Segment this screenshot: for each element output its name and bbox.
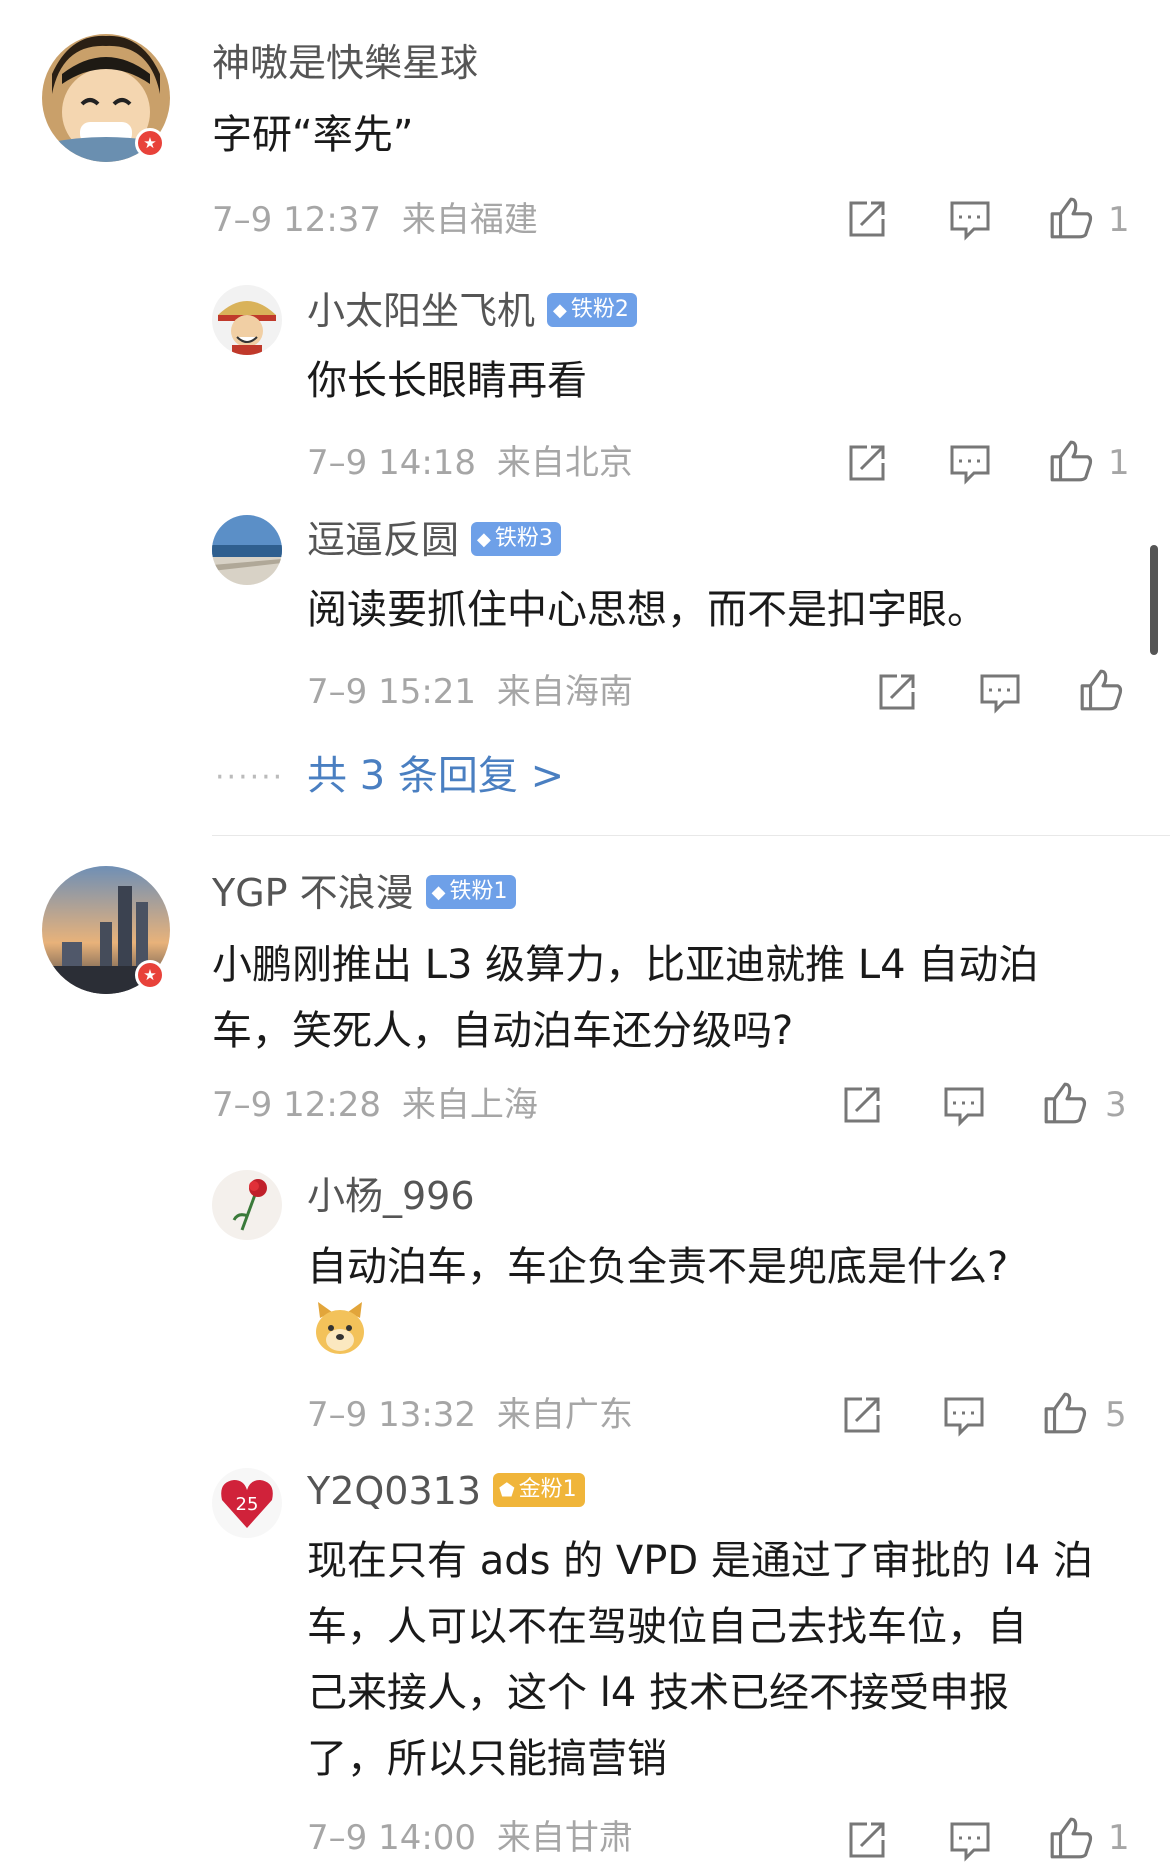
reply-location: 来自甘肃: [496, 1818, 633, 1858]
reply-time: 7–9 14:18: [307, 443, 477, 483]
reply-text-line: 车，人可以不在驾驶位自己去找车位，自: [307, 1604, 1027, 1650]
reply-time: 7–9 15:21: [307, 672, 477, 712]
reply-text: 你长长眼睛再看: [307, 348, 587, 414]
reply-text: 车，人可以不在驾驶位自己去找车位，自: [307, 1594, 1027, 1660]
share-icon[interactable]: [840, 1083, 884, 1127]
reply-text: 阅读要抓住中心思想，而不是扣字眼。: [307, 577, 987, 643]
comment-username[interactable]: YGP 不浪漫 ◆ 铁粉1: [212, 870, 516, 916]
fan-badge-label: 金粉1: [518, 1476, 577, 1502]
comment-text: 小鹏刚推出 L3 级算力，比亚迪就推 L4 自动泊: [212, 932, 1038, 998]
share-icon[interactable]: [845, 1818, 889, 1862]
fan-badge[interactable]: ◆ 铁粉2: [547, 292, 637, 327]
thumbs-up-icon[interactable]: [1078, 667, 1124, 713]
reply-location: 来自广东: [496, 1395, 633, 1435]
comment-icon[interactable]: [948, 197, 992, 241]
thumbs-up-icon[interactable]: [1042, 1080, 1088, 1126]
doge-emoji: [312, 1300, 368, 1358]
like-count: 5: [1105, 1395, 1127, 1435]
comment-location: 来自上海: [401, 1085, 538, 1125]
like-count: 3: [1105, 1085, 1127, 1125]
reply-username[interactable]: 小太阳坐飞机 ◆ 铁粉2: [307, 288, 637, 334]
avatar[interactable]: [212, 285, 282, 355]
username-text[interactable]: 小太阳坐飞机: [307, 289, 535, 333]
comment-icon[interactable]: [948, 441, 992, 485]
diamond-icon: ◆: [553, 299, 567, 321]
comment-icon[interactable]: [978, 670, 1022, 714]
reply-time: 7–9 13:32: [307, 1395, 477, 1435]
diamond-icon: ◆: [477, 528, 491, 550]
gold-gem-icon: ⬟: [499, 1479, 515, 1501]
like-count: 1: [1108, 1818, 1130, 1858]
reply-text: 己来接人，这个 l4 技术已经不接受申报: [307, 1660, 1009, 1726]
like-count: 1: [1108, 200, 1130, 240]
like-count: 1: [1108, 443, 1130, 483]
verified-star-icon: ★: [135, 960, 165, 990]
reply-username[interactable]: 逗逼反圆 ◆ 铁粉3: [307, 517, 561, 563]
reply-time: 7–9 14:00: [307, 1818, 477, 1858]
share-icon[interactable]: [840, 1393, 884, 1437]
fan-badge-label: 铁粉2: [570, 296, 629, 322]
reply-text: 自动泊车，车企负全责不是兜底是什么?: [307, 1234, 1008, 1300]
username-text[interactable]: YGP 不浪漫: [212, 871, 414, 915]
reply-text-line: 自动泊车，车企负全责不是兜底是什么?: [307, 1244, 1009, 1290]
reply-text-line: 你长长眼睛再看: [307, 358, 587, 404]
share-icon[interactable]: [845, 197, 889, 241]
comment-text-line: 字研“率先”: [212, 112, 414, 158]
svg-text:25: 25: [236, 1494, 259, 1515]
reply-meta: 7–9 14:18 来自北京: [307, 443, 633, 483]
share-icon[interactable]: [845, 441, 889, 485]
reply-text-line: 现在只有 ads 的 VPD 是通过了审批的 l4 泊: [307, 1538, 1093, 1584]
reply-meta: 7–9 14:00 来自甘肃: [307, 1818, 633, 1858]
reply-text: 现在只有 ads 的 VPD 是通过了审批的 l4 泊: [307, 1528, 1093, 1594]
reply-meta: 7–9 13:32 来自广东: [307, 1395, 633, 1435]
reply-text-line: 了，所以只能搞营销: [307, 1736, 667, 1782]
thumbs-up-icon[interactable]: [1048, 195, 1094, 241]
fan-badge[interactable]: ◆ 铁粉1: [425, 874, 516, 909]
fan-badge[interactable]: ◆ 铁粉3: [471, 521, 561, 556]
comment-text: 字研“率先”: [212, 102, 413, 168]
comment-icon[interactable]: [942, 1393, 986, 1437]
verified-star-icon: ★: [135, 128, 165, 158]
reply-text: 了，所以只能搞营销: [307, 1726, 667, 1792]
comment-meta: 7–9 12:37 来自福建: [212, 200, 538, 240]
avatar[interactable]: 25: [212, 1468, 282, 1538]
comment-icon[interactable]: [948, 1818, 992, 1862]
username-text[interactable]: Y2Q0313: [307, 1469, 481, 1513]
view-more-replies-link[interactable]: 共 3 条回复 >: [307, 753, 564, 799]
scrollbar[interactable]: [1150, 545, 1158, 655]
comment-meta: 7–9 12:28 来自上海: [212, 1085, 538, 1125]
comment-divider: [212, 835, 1170, 836]
comment-text-line: 车，笑死人，自动泊车还分级吗?: [212, 1008, 794, 1054]
reply-location: 来自海南: [496, 672, 633, 712]
username-text[interactable]: 小杨_996: [307, 1174, 475, 1218]
comment-text-line: 小鹏刚推出 L3 级算力，比亚迪就推 L4 自动泊: [212, 942, 1039, 988]
share-icon[interactable]: [875, 670, 919, 714]
reply-meta: 7–9 15:21 来自海南: [307, 672, 633, 712]
avatar[interactable]: [212, 515, 282, 585]
more-dots: ······: [215, 760, 285, 795]
reply-text-line: 阅读要抓住中心思想，而不是扣字眼。: [307, 587, 987, 633]
username-text[interactable]: 逗逼反圆: [307, 518, 459, 562]
thumbs-up-icon[interactable]: [1048, 1815, 1094, 1861]
comment-location: 来自福建: [401, 200, 538, 240]
reply-text-line: 己来接人，这个 l4 技术已经不接受申报: [307, 1670, 1009, 1716]
fan-badge-label: 铁粉1: [449, 878, 508, 904]
avatar[interactable]: [212, 1170, 282, 1240]
comment-username[interactable]: 神嗷是快樂星球: [212, 40, 478, 86]
comment-time: 7–9 12:28: [212, 1085, 382, 1125]
reply-location: 来自北京: [496, 443, 633, 483]
username-text[interactable]: 神嗷是快樂星球: [212, 41, 478, 85]
thumbs-up-icon[interactable]: [1048, 438, 1094, 484]
reply-username[interactable]: 小杨_996: [307, 1173, 475, 1219]
gold-fan-badge[interactable]: ⬟ 金粉1: [493, 1472, 585, 1507]
comment-text: 车，笑死人，自动泊车还分级吗?: [212, 998, 793, 1064]
fan-badge-label: 铁粉3: [494, 525, 553, 551]
diamond-icon: ◆: [431, 881, 446, 903]
thumbs-up-icon[interactable]: [1042, 1390, 1088, 1436]
reply-username[interactable]: Y2Q0313 ⬟ 金粉1: [307, 1468, 585, 1514]
comment-icon[interactable]: [942, 1083, 986, 1127]
comment-time: 7–9 12:37: [212, 200, 382, 240]
